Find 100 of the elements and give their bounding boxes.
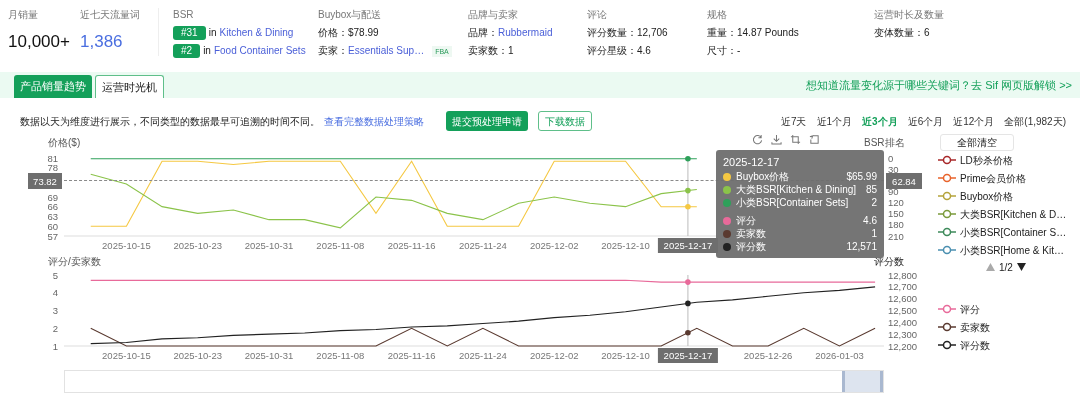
tooltip-label: 卖家数 bbox=[736, 227, 766, 240]
section-title: 规格 bbox=[707, 8, 728, 22]
legend-item[interactable]: 小类BSR[Home & Kit… bbox=[938, 241, 1080, 259]
metric-value[interactable]: 1,386 bbox=[80, 32, 156, 52]
pointer-label: 2025-12-17 bbox=[657, 238, 718, 253]
axis-tick-label: 12,200 bbox=[888, 340, 918, 352]
axis-tick-label: 0 bbox=[888, 152, 894, 164]
range-option[interactable]: 近7天 bbox=[780, 113, 807, 129]
clear-all-button[interactable]: 全部清空 bbox=[940, 134, 1014, 151]
section-title: 运营时长及数量 bbox=[874, 8, 945, 22]
axis-tick-label: 2025-10-31 bbox=[244, 350, 294, 361]
range-option[interactable]: 近1个月 bbox=[816, 113, 853, 129]
legend-item[interactable]: LD秒杀价格 bbox=[938, 151, 1080, 169]
axis-tick-label: 2025-11-24 bbox=[458, 350, 507, 361]
section-title: BSR bbox=[173, 8, 195, 22]
legend-item[interactable]: 评分数 bbox=[938, 336, 1080, 354]
axis-tick-label: 60 bbox=[47, 220, 58, 232]
tooltip-value: 12,571 bbox=[845, 240, 877, 253]
field-value: 1 bbox=[508, 44, 514, 58]
tooltip-label: 小类BSR[Container Sets] bbox=[736, 196, 849, 209]
rank-prep: in bbox=[203, 44, 211, 58]
axis-tick-label: 81 bbox=[47, 152, 58, 164]
hover-dot-icon bbox=[685, 187, 691, 194]
metric-value: 10,000+ bbox=[8, 32, 71, 52]
action-button[interactable]: 下载数据 bbox=[538, 111, 592, 131]
axis-tick-label: 120 bbox=[888, 197, 904, 209]
axis-title: BSR排名 bbox=[864, 137, 905, 148]
field-value: 14.87 Pounds bbox=[737, 26, 799, 40]
axis-tick-label: 210 bbox=[888, 230, 904, 242]
legend-item[interactable]: Prime会员价格 bbox=[938, 169, 1080, 187]
field-value: - bbox=[737, 44, 741, 58]
notice-text: 数据以天为维度进行展示，不同类型的数据最早可追溯的时间不同。 bbox=[20, 114, 320, 129]
hover-dot-icon bbox=[685, 203, 691, 210]
axis-tick-label: 2025-12-10 bbox=[601, 350, 650, 361]
crop-icon[interactable] bbox=[790, 134, 801, 145]
axis-tick-label: 12,600 bbox=[888, 293, 918, 305]
category-link[interactable]: Food Container Sets bbox=[213, 43, 306, 58]
axis-tick-label: 4 bbox=[52, 287, 58, 299]
hover-dot-icon bbox=[685, 279, 691, 285]
axis-tick-label: 2025-12-10 bbox=[601, 240, 650, 251]
pointer-label: 73.82 bbox=[28, 173, 62, 189]
field-value: 4.6 bbox=[637, 44, 651, 58]
axis-tick-label: 2025-11-08 bbox=[316, 240, 365, 251]
tooltip-date: 2025-12-17 bbox=[723, 155, 781, 169]
axis-tick-label: 1 bbox=[52, 340, 58, 352]
range-option[interactable]: 全部(1,982天) bbox=[1004, 113, 1066, 129]
tooltip-label: 评分数 bbox=[736, 240, 766, 253]
range-option[interactable]: 近3个月 bbox=[862, 113, 898, 129]
field-label: 卖家数： bbox=[468, 44, 508, 58]
hover-dot-icon bbox=[685, 300, 691, 307]
policy-link[interactable]: 查看完整数据处理策略 bbox=[324, 113, 424, 129]
axis-tick-label: 2025-10-15 bbox=[102, 240, 151, 251]
axis-tick-label: 2 bbox=[52, 322, 58, 334]
axis-tick-label: 2025-10-23 bbox=[173, 350, 222, 361]
refresh-icon[interactable] bbox=[752, 134, 763, 145]
axis-tick-label: 2025-11-16 bbox=[387, 350, 436, 361]
range-option[interactable]: 近12个月 bbox=[953, 113, 995, 129]
pointer-label: 2025-12-17 bbox=[657, 348, 718, 363]
axis-tick-label: 57 bbox=[47, 230, 58, 242]
slider-selection[interactable] bbox=[842, 371, 883, 392]
legend-item[interactable]: 评分 bbox=[938, 300, 1080, 318]
page-down-icon[interactable] bbox=[1016, 263, 1026, 271]
axis-tick-label: 12,700 bbox=[888, 281, 918, 293]
field-link[interactable]: Essentials Sup… bbox=[348, 44, 425, 58]
page-up-icon[interactable] bbox=[986, 263, 995, 271]
axis-tick-label: 66 bbox=[47, 201, 58, 213]
hover-dot-icon bbox=[685, 155, 691, 162]
axis-tick-label: 2025-11-16 bbox=[387, 240, 436, 251]
rank-badge: #31 bbox=[173, 25, 206, 40]
axis-tick-label: 5 bbox=[52, 269, 58, 281]
field-label: 变体数量： bbox=[874, 26, 924, 40]
field-label: 尺寸： bbox=[707, 44, 737, 58]
axis-tick-label: 2025-11-24 bbox=[458, 240, 507, 251]
tab[interactable]: 运营时光机 bbox=[95, 75, 164, 98]
tooltip-value: 1 bbox=[870, 227, 877, 240]
axis-title: 评分/卖家数 bbox=[48, 256, 101, 267]
rank-prep: in bbox=[208, 26, 217, 40]
axis-tick-label: 2025-11-08 bbox=[316, 350, 365, 361]
download-icon[interactable] bbox=[771, 134, 782, 145]
undo-icon[interactable] bbox=[809, 134, 820, 145]
tooltip-label: 大类BSR[Kitchen & Dining] bbox=[736, 183, 857, 196]
field-link[interactable]: Rubbermaid bbox=[498, 26, 553, 40]
legend-item[interactable]: 小类BSR[Container S… bbox=[938, 223, 1080, 241]
legend-item[interactable]: Buybox价格 bbox=[938, 187, 1080, 205]
legend-item[interactable]: 大类BSR[Kitchen & D… bbox=[938, 205, 1080, 223]
section-title: 品牌与卖家 bbox=[468, 8, 519, 22]
axis-tick-label: 150 bbox=[888, 208, 904, 220]
field-label: 卖家： bbox=[318, 44, 348, 58]
field-value: 6 bbox=[924, 26, 930, 40]
zoom-slider[interactable] bbox=[64, 370, 884, 393]
axis-tick-label: 2025-10-15 bbox=[102, 350, 151, 361]
axis-tick-label: 2025-12-02 bbox=[529, 350, 579, 361]
axis-tick-label: 12,400 bbox=[888, 316, 918, 328]
axis-tick-label: 69 bbox=[47, 191, 58, 203]
axis-tick-label: 63 bbox=[47, 211, 58, 222]
category-link[interactable]: Kitchen & Dining bbox=[219, 25, 294, 40]
legend-item[interactable]: 卖家数 bbox=[938, 318, 1080, 336]
axis-tick-label: 78 bbox=[47, 162, 58, 174]
tooltip-value: 4.6 bbox=[862, 214, 877, 227]
range-option[interactable]: 近6个月 bbox=[907, 113, 944, 129]
